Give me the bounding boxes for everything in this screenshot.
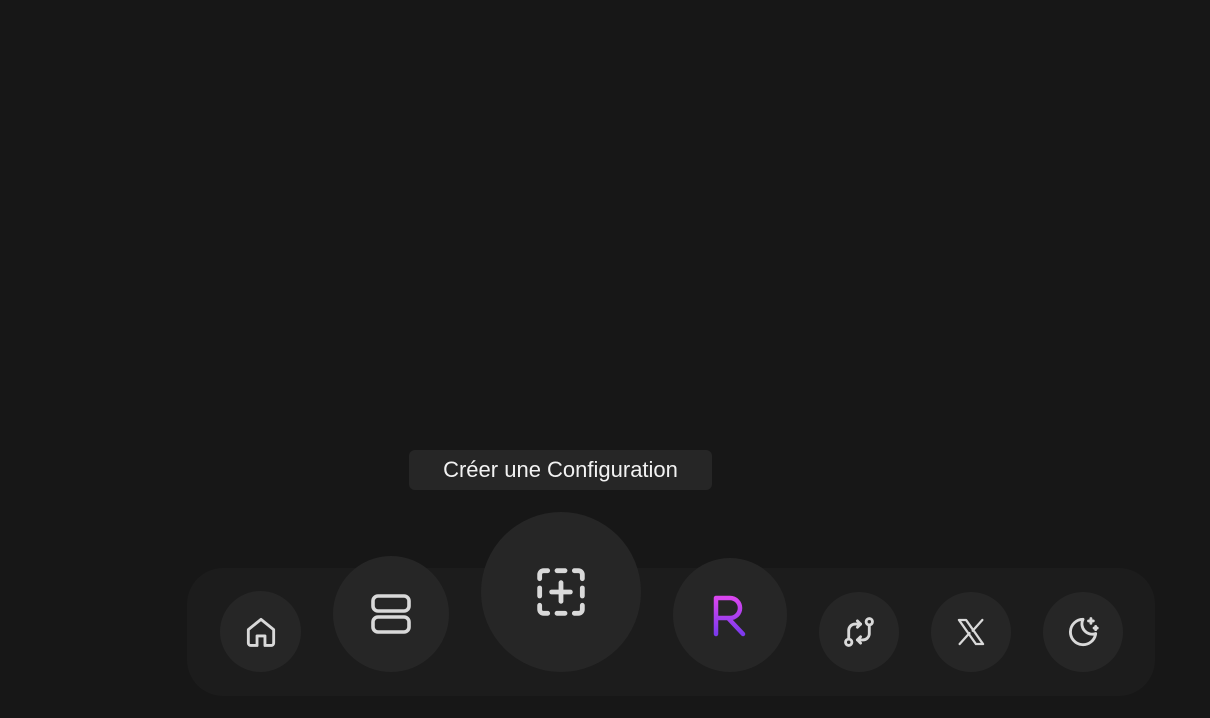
dashed-plus-square-icon — [529, 560, 593, 624]
home-icon — [242, 613, 280, 651]
tooltip-text: Créer une Configuration — [443, 457, 678, 482]
server-stack-icon — [367, 590, 415, 638]
letter-r-logo-icon — [709, 592, 751, 638]
home-button[interactable] — [220, 591, 301, 672]
x-logo-icon — [954, 615, 988, 649]
tooltip: Créer une Configuration — [409, 450, 712, 490]
swap-arrows-icon — [840, 613, 878, 651]
create-config-button[interactable] — [481, 512, 641, 672]
moon-stars-icon — [1064, 613, 1102, 651]
x-button[interactable] — [931, 592, 1011, 672]
sync-button[interactable] — [819, 592, 899, 672]
app-r-button[interactable] — [673, 558, 787, 672]
screen: Créer une Configuration — [0, 0, 1210, 718]
layout-button[interactable] — [333, 556, 449, 672]
theme-button[interactable] — [1043, 592, 1123, 672]
